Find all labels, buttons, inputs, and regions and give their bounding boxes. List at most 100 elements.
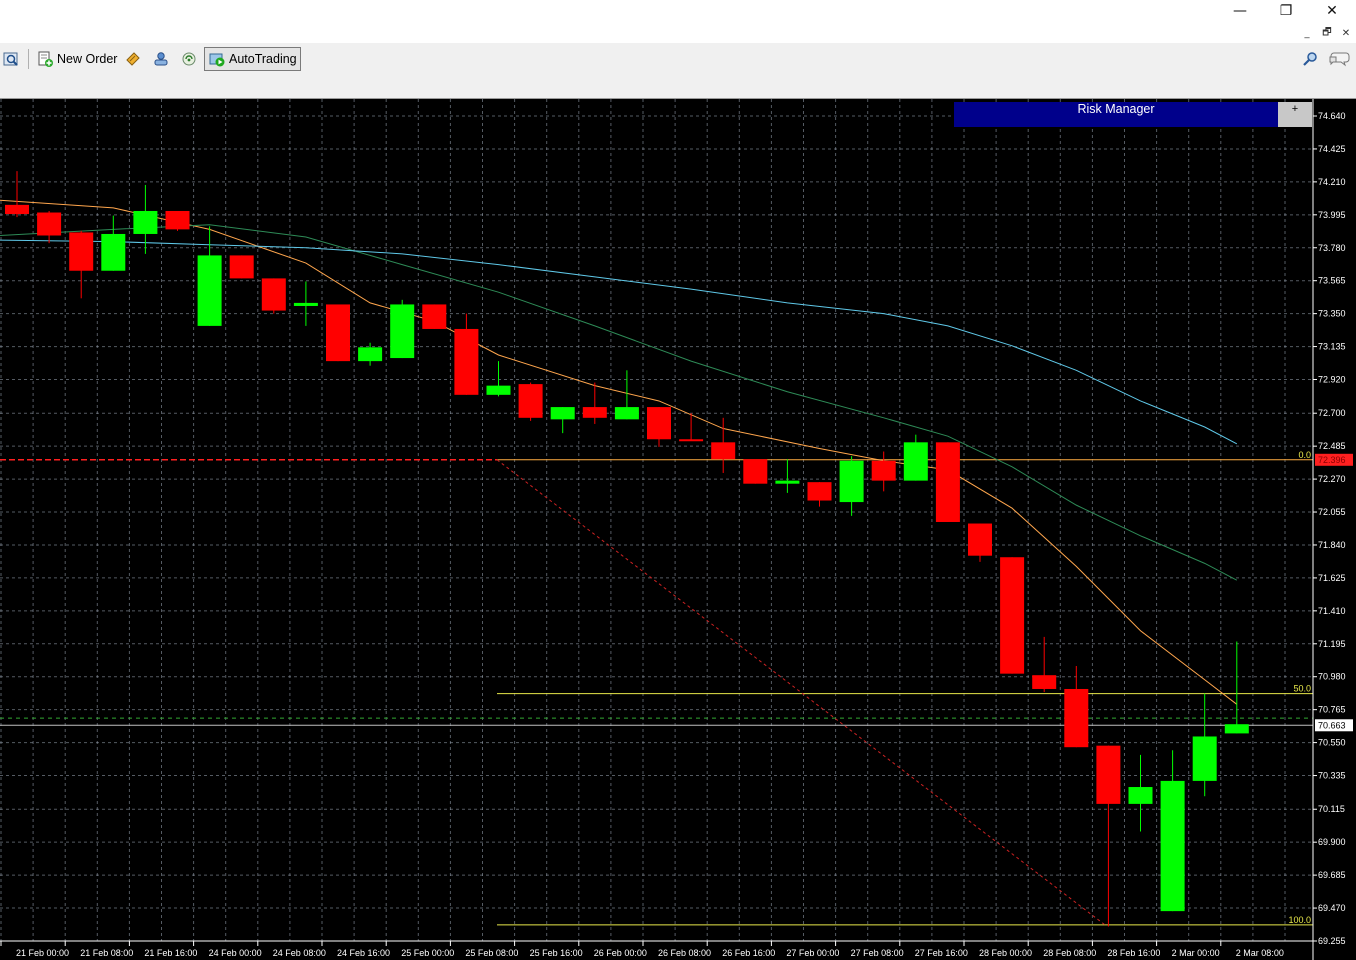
fibo-level-label: 100.0 (1288, 915, 1311, 925)
price-tick-label: 69.685 (1318, 870, 1346, 880)
bull-candle (775, 459, 800, 493)
restore-icon[interactable]: ❐ (1263, 0, 1309, 22)
time-tick-label: 24 Feb 00:00 (209, 948, 262, 958)
candle-body (293, 302, 318, 306)
zoom-chart-icon (3, 51, 19, 67)
bear-candle (711, 417, 736, 473)
bear-candle (422, 304, 447, 329)
fibo-trend-line (496, 459, 1106, 926)
chart-minimize-icon[interactable]: _ (1298, 25, 1316, 41)
price-tick-label: 70.115 (1318, 804, 1345, 814)
new-order-label: New Order (57, 52, 118, 66)
candle-body (550, 407, 575, 420)
time-tick-label: 2 Mar 08:00 (1236, 948, 1284, 958)
bear-candle (582, 382, 607, 424)
risk-manager-expand-button[interactable]: + (1278, 102, 1312, 127)
candle-body (5, 204, 29, 215)
price-tick-label: 73.565 (1318, 276, 1346, 286)
candle-body (390, 304, 415, 359)
bear-candle (1000, 557, 1025, 674)
time-tick-label: 21 Feb 08:00 (80, 948, 133, 958)
price-tick-label: 72.920 (1318, 375, 1346, 385)
candle-body (261, 278, 286, 311)
price-tick-label: 71.625 (1318, 573, 1346, 583)
price-tick-label: 74.640 (1318, 111, 1346, 121)
candle-body (711, 442, 736, 460)
search-icon (1302, 51, 1318, 67)
bear-candle (261, 278, 286, 314)
candle-body (197, 255, 222, 326)
metaeditor-button[interactable] (121, 47, 145, 71)
time-tick-label: 27 Feb 08:00 (851, 948, 904, 958)
candle-body (903, 442, 928, 481)
price-tick-label: 71.840 (1318, 540, 1346, 550)
candle-body (1128, 787, 1153, 804)
bear-candle (165, 210, 190, 231)
zoom-chart-button[interactable] (0, 47, 22, 71)
candle-body (37, 212, 62, 236)
candle-body (1192, 736, 1217, 781)
candle-body (133, 210, 158, 234)
bear-candle (518, 382, 543, 421)
time-tick-label: 28 Feb 08:00 (1043, 948, 1096, 958)
bull-candle (903, 434, 928, 481)
close-icon[interactable]: ✕ (1309, 0, 1355, 22)
minimize-icon[interactable]: — (1217, 0, 1263, 22)
navigator-button[interactable] (149, 47, 173, 71)
time-tick-label: 25 Feb 00:00 (401, 948, 454, 958)
chat-button[interactable] (1324, 47, 1352, 71)
risk-manager-panel[interactable]: Risk Manager (954, 102, 1278, 127)
bear-candle (37, 210, 62, 244)
candle-body (1096, 745, 1121, 804)
time-tick-label: 2 Mar 00:00 (1172, 948, 1220, 958)
price-tick-label: 72.055 (1318, 507, 1346, 517)
candle-body (935, 442, 960, 522)
bear-candle (743, 459, 768, 484)
time-tick-label: 28 Feb 16:00 (1107, 948, 1160, 958)
candle-body (614, 407, 639, 420)
candle-body (871, 460, 896, 481)
candle-body (101, 233, 126, 271)
price-tick-label: 71.410 (1318, 606, 1346, 616)
price-chart[interactable]: 0.0 50.0 100.0 74.640 74.425 74.210 73.995 73.… (0, 99, 1356, 960)
bear-candle (871, 451, 896, 492)
bear-candle (229, 255, 254, 279)
price-tick-label: 70.335 (1318, 771, 1346, 781)
current-price-label: 70.663 (1318, 720, 1346, 730)
bear-candle (647, 407, 671, 447)
bull-candle (839, 456, 864, 516)
chart-canvas[interactable]: 0.0 50.0 100.0 74.640 74.425 74.210 73.995 73.… (0, 99, 1356, 960)
signals-button[interactable] (177, 47, 201, 71)
price-tick-label: 73.995 (1318, 210, 1346, 220)
candle-body (775, 480, 800, 484)
price-tick-label: 69.255 (1318, 936, 1346, 946)
time-tick-label: 26 Feb 08:00 (658, 948, 711, 958)
chart-restore-icon[interactable]: 🗗 (1318, 25, 1336, 41)
bull-candle (293, 281, 318, 326)
title-bar: — ❐ ✕ (0, 0, 1356, 24)
new-order-button[interactable]: New Order (33, 47, 121, 71)
search-button[interactable] (1298, 47, 1320, 71)
candle-body (454, 328, 479, 395)
candle-body (1064, 688, 1089, 748)
time-tick-label: 28 Feb 00:00 (979, 948, 1032, 958)
navigator-icon (153, 51, 169, 67)
time-tick-label: 24 Feb 08:00 (273, 948, 326, 958)
chart-close-icon[interactable]: ✕ (1337, 25, 1355, 41)
price-tick-label: 70.980 (1318, 672, 1346, 682)
time-tick-label: 25 Feb 16:00 (530, 948, 583, 958)
red-level-price-label: 72.396 (1318, 455, 1346, 465)
candle-body (743, 459, 768, 484)
bear-candle (1096, 745, 1121, 927)
candle-body (422, 304, 447, 329)
toolbar-separator (28, 49, 29, 69)
bull-candle (133, 184, 158, 254)
bear-candle (935, 442, 960, 522)
price-tick-label: 73.780 (1318, 243, 1346, 253)
candle-body (69, 232, 94, 271)
autotrading-button[interactable]: AutoTrading (204, 47, 301, 71)
new-order-icon (37, 51, 53, 67)
bear-candle (5, 171, 29, 218)
price-tick-label: 72.485 (1318, 441, 1346, 451)
price-tick-label: 72.270 (1318, 474, 1346, 484)
